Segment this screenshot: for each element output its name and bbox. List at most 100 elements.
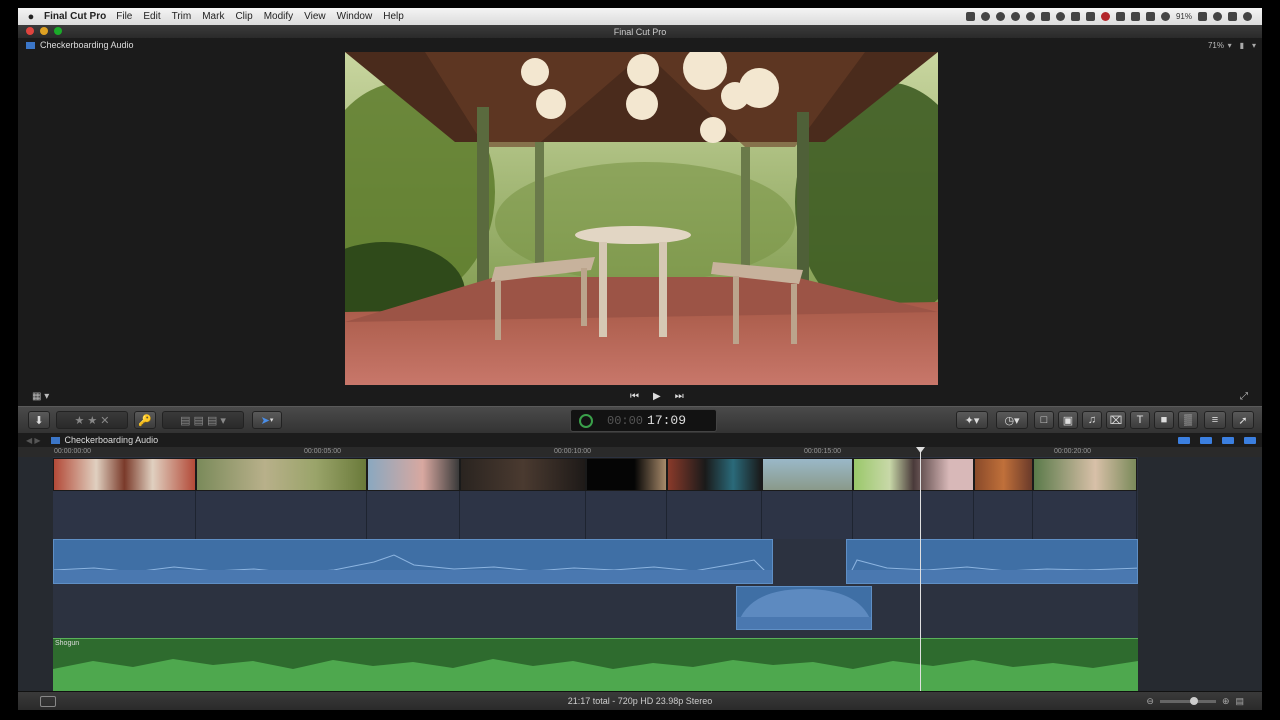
menu-file[interactable]: File <box>116 11 132 22</box>
status-extra-icon[interactable] <box>1100 12 1110 21</box>
zoom-in-icon[interactable]: ⊕ <box>1222 696 1230 707</box>
status-extra-icon[interactable] <box>1025 12 1035 21</box>
share-icon: ➚ <box>1238 414 1248 427</box>
skimming-icon[interactable] <box>1178 436 1190 444</box>
timeline-index-icon[interactable] <box>40 696 56 707</box>
video-clip[interactable] <box>762 458 853 491</box>
video-clip[interactable] <box>1033 458 1137 491</box>
import-button[interactable]: ⬇ <box>28 411 50 429</box>
viewer-settings-icon[interactable]: ▦ ▾ <box>32 391 49 402</box>
music-button[interactable]: ♫ <box>1082 411 1102 429</box>
clip-body[interactable] <box>196 491 367 539</box>
minimize-window-button[interactable] <box>40 27 48 35</box>
timecode-display[interactable]: 00:00 17:09 <box>570 409 717 432</box>
transitions-icon: ⌧ <box>1109 414 1123 427</box>
clip-body[interactable] <box>1033 491 1137 539</box>
clip-body[interactable] <box>53 491 196 539</box>
close-window-button[interactable] <box>26 27 34 35</box>
user-icon[interactable] <box>1213 12 1222 21</box>
menu-app-name[interactable]: Final Cut Pro <box>44 11 106 22</box>
status-extra-icon[interactable] <box>1040 12 1050 21</box>
keyword-button[interactable]: 🔑 <box>134 411 156 429</box>
inspector-button[interactable]: ≡ <box>1204 411 1226 429</box>
menu-help[interactable]: Help <box>383 11 404 22</box>
video-clip[interactable] <box>853 458 974 491</box>
video-clip[interactable] <box>460 458 586 491</box>
clip-body[interactable] <box>853 491 974 539</box>
viewer-display-icon[interactable]: ▾ <box>1252 41 1256 50</box>
status-extra-icon[interactable] <box>980 12 990 21</box>
clip-body[interactable] <box>974 491 1033 539</box>
menu-view[interactable]: View <box>304 11 326 22</box>
viewer-options-icon[interactable]: ▮ <box>1240 41 1244 50</box>
select-tool-button[interactable]: ➤ ▾ <box>252 411 282 429</box>
connected-audio-clip[interactable] <box>736 586 872 630</box>
next-frame-icon[interactable]: ⏭ <box>675 391 684 402</box>
menu-trim[interactable]: Trim <box>172 11 192 22</box>
spotlight-search-icon[interactable] <box>1243 12 1252 21</box>
video-clip[interactable] <box>667 458 762 491</box>
clip-body[interactable] <box>367 491 460 539</box>
clip-body[interactable] <box>586 491 667 539</box>
timeline-back-forward-icon[interactable]: ◀ ▶ <box>26 436 41 445</box>
audio-waveform[interactable] <box>846 539 1138 584</box>
menu-mark[interactable]: Mark <box>202 11 224 22</box>
notification-center-icon[interactable] <box>1228 12 1237 21</box>
edit-buttons[interactable]: ▤ ▤ ▤ ▾ <box>162 411 244 429</box>
retime-button[interactable]: ◷▾ <box>996 411 1028 429</box>
menu-edit[interactable]: Edit <box>143 11 160 22</box>
zoom-slider-knob[interactable] <box>1189 697 1198 705</box>
menu-modify[interactable]: Modify <box>264 11 293 22</box>
media-browser-button[interactable]: □ <box>1034 411 1054 429</box>
status-extra-icon[interactable] <box>1130 12 1140 21</box>
timeline-view-icons <box>1178 436 1256 444</box>
battery-icon[interactable] <box>1198 12 1207 21</box>
fullscreen-icon[interactable]: ⤢ <box>1240 391 1248 402</box>
video-clip[interactable] <box>367 458 460 491</box>
status-extra-icon[interactable] <box>1070 12 1080 21</box>
status-extra-icon[interactable] <box>965 12 975 21</box>
audio-skimming-icon[interactable] <box>1200 436 1212 444</box>
share-button[interactable]: ➚ <box>1232 411 1254 429</box>
airplay-icon[interactable] <box>1115 12 1125 21</box>
themes-button[interactable]: ▒ <box>1178 411 1198 429</box>
zoom-window-button[interactable] <box>54 27 62 35</box>
status-extra-icon[interactable] <box>1055 12 1065 21</box>
rating-buttons[interactable]: ★ ★ ✕ <box>56 411 128 429</box>
bluetooth-icon[interactable] <box>1145 12 1155 21</box>
wifi-icon[interactable] <box>1160 12 1170 21</box>
video-clip[interactable] <box>53 458 196 491</box>
play-icon[interactable]: ▶ <box>653 391 661 402</box>
video-clip[interactable] <box>196 458 367 491</box>
music-track[interactable]: Shogun <box>53 638 1138 691</box>
menu-window[interactable]: Window <box>337 11 373 22</box>
zoom-chevron-icon[interactable]: ▾ <box>1228 41 1232 50</box>
timeline-ruler[interactable]: 00:00:00:00 00:00:05:00 00:00:10:00 00:0… <box>18 447 1262 457</box>
transitions-button[interactable]: ⌧ <box>1106 411 1126 429</box>
status-extra-icon[interactable] <box>1010 12 1020 21</box>
viewer-header: Checkerboarding Audio 71% ▾ ▮ ▾ <box>18 38 1262 52</box>
viewer-video-frame <box>345 52 938 385</box>
apple-menu-icon[interactable]: ● <box>18 11 44 23</box>
camera-button[interactable]: ▣ <box>1058 411 1078 429</box>
status-extra-icon[interactable] <box>1085 12 1095 21</box>
playhead[interactable] <box>920 447 921 691</box>
zoom-out-icon[interactable]: ⊖ <box>1146 696 1154 707</box>
enhancements-button[interactable]: ✦▾ <box>956 411 988 429</box>
status-extra-icon[interactable] <box>995 12 1005 21</box>
clip-body[interactable] <box>667 491 762 539</box>
generators-button[interactable]: ■ <box>1154 411 1174 429</box>
audio-waveform[interactable] <box>53 539 773 584</box>
previous-frame-icon[interactable]: ⏮ <box>630 391 639 402</box>
clip-body[interactable] <box>762 491 853 539</box>
video-clip[interactable] <box>974 458 1033 491</box>
snapping-icon[interactable] <box>1244 436 1256 444</box>
clip-appearance-icon[interactable]: ▤ <box>1235 696 1244 707</box>
video-clip[interactable] <box>586 458 667 491</box>
clip-body[interactable] <box>460 491 586 539</box>
viewer-zoom-menu[interactable]: 71% <box>1208 41 1224 50</box>
solo-icon[interactable] <box>1222 436 1234 444</box>
titles-button[interactable]: T <box>1130 411 1150 429</box>
menu-clip[interactable]: Clip <box>235 11 252 22</box>
zoom-slider[interactable] <box>1159 697 1216 705</box>
